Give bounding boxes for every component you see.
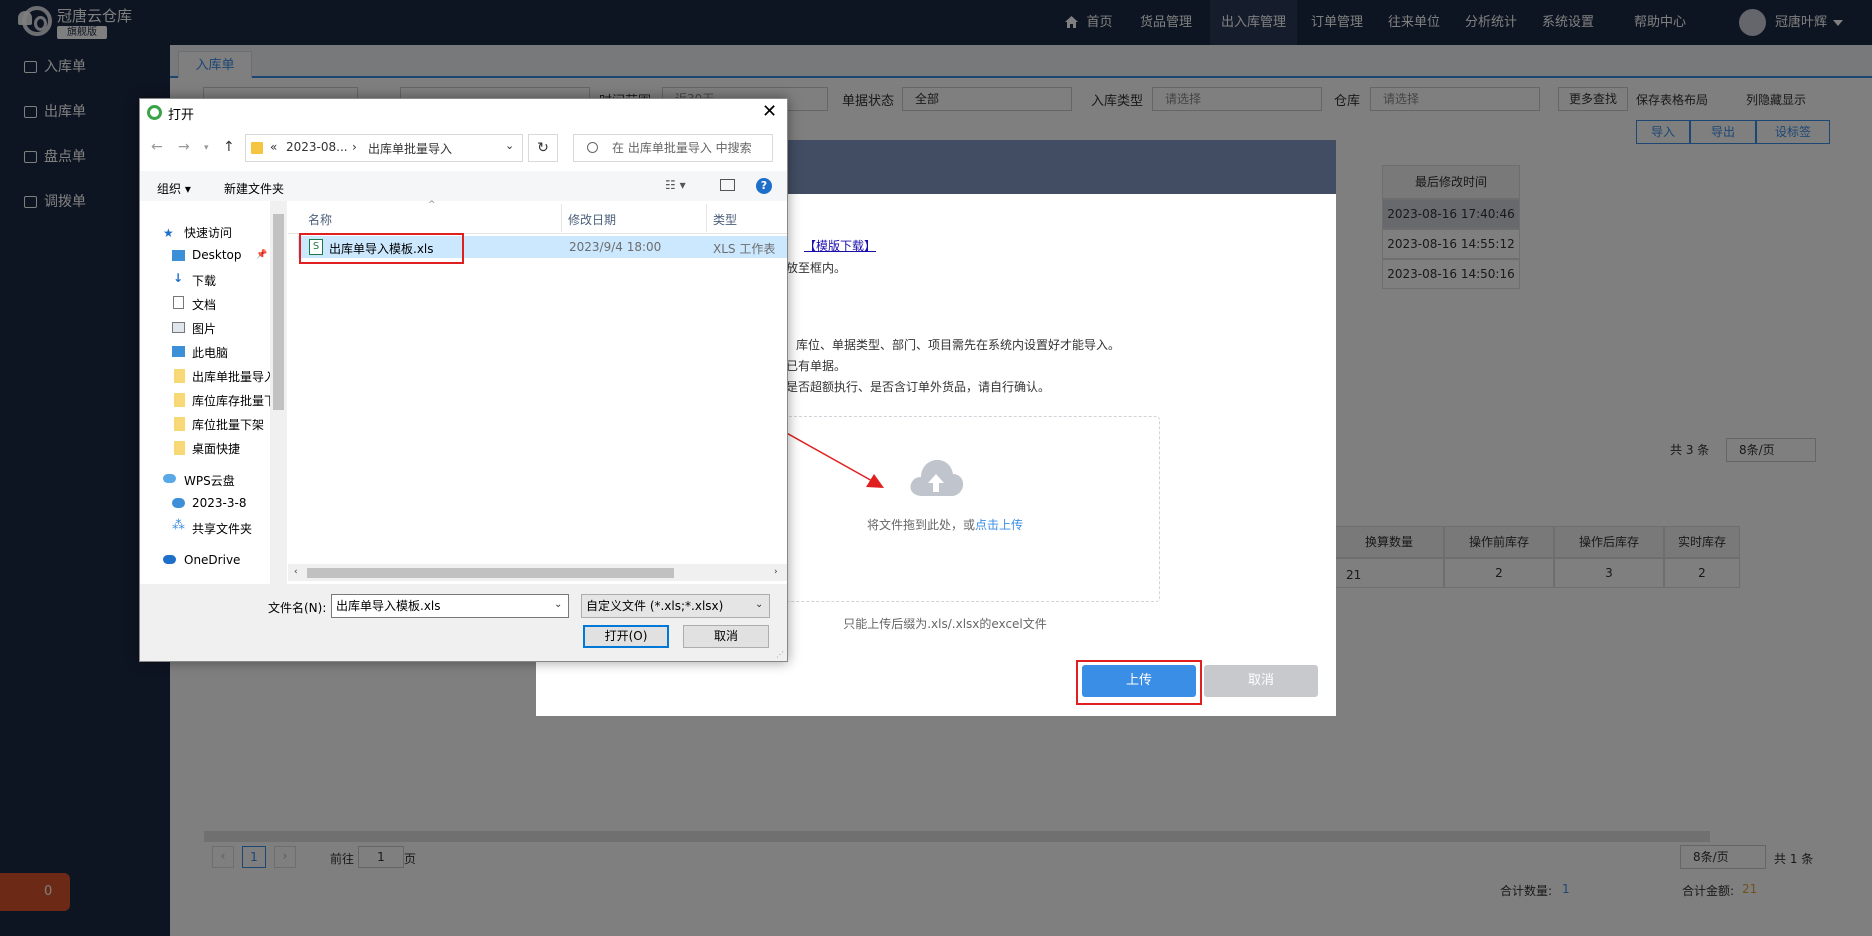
breadcrumb-sep: › xyxy=(352,140,357,154)
scroll-right-icon[interactable]: › xyxy=(774,567,778,577)
scroll-left-icon[interactable]: ‹ xyxy=(294,567,298,577)
tree-folder[interactable]: 库位库存批量下 xyxy=(192,392,276,409)
click-upload-link[interactable]: 点击上传 xyxy=(975,518,1023,532)
pictures-icon xyxy=(172,322,185,333)
desktop-icon xyxy=(172,250,185,261)
breadcrumb-item[interactable]: 2023-08... xyxy=(286,140,348,154)
resize-grip-icon[interactable]: ⋰ xyxy=(776,650,784,659)
tree-downloads[interactable]: 下载 xyxy=(192,272,216,289)
column-type[interactable]: 类型 xyxy=(713,211,737,228)
upload-hint: 只能上传后缀为.xls/.xlsx的excel文件 xyxy=(843,617,1047,631)
chevron-down-icon[interactable]: ⌄ xyxy=(505,139,514,152)
chevron-down-icon[interactable]: ⌄ xyxy=(554,599,562,610)
cloud-upload-icon xyxy=(910,459,964,496)
filename-label: 文件名(N): xyxy=(268,601,327,615)
tree-folder[interactable]: 库位批量下架 xyxy=(192,416,264,433)
file-search-input[interactable]: 在 出库单批量导入 中搜索 xyxy=(573,134,773,162)
share-icon: ⁂ xyxy=(172,518,185,533)
file-date: 2023/9/4 18:00 xyxy=(569,240,662,254)
tree-cloud-folder[interactable]: 2023-3-8 xyxy=(192,496,246,510)
file-type: XLS 工作表 xyxy=(713,242,776,256)
refresh-icon[interactable]: ↻ xyxy=(528,134,558,162)
file-dialog-title: 打开 xyxy=(168,108,195,123)
pin-icon: 📌 xyxy=(256,250,268,260)
organize-menu[interactable]: 组织 ▾ xyxy=(157,180,191,197)
preview-pane-icon[interactable] xyxy=(720,179,735,191)
chevron-down-icon[interactable]: ⌄ xyxy=(755,599,763,610)
tree-desktop[interactable]: Desktop xyxy=(192,248,242,262)
computer-icon xyxy=(172,346,185,357)
file-dialog-titlebar xyxy=(140,99,787,129)
document-icon xyxy=(173,296,184,309)
column-date[interactable]: 修改日期 xyxy=(568,211,616,228)
tree-this-pc[interactable]: 此电脑 xyxy=(192,344,228,361)
folder-icon xyxy=(174,393,185,407)
filetype-select[interactable]: 自定义文件 (*.xls;*.xlsx) xyxy=(581,594,770,618)
app-icon xyxy=(147,105,162,120)
tree-wps-cloud[interactable]: WPS云盘 xyxy=(184,472,235,489)
tree-folder[interactable]: 桌面快捷 xyxy=(192,440,240,457)
folder-icon xyxy=(251,142,263,154)
folder-icon xyxy=(174,369,185,383)
tree-onedrive[interactable]: OneDrive xyxy=(184,553,240,567)
sort-arrow-icon: ^ xyxy=(428,200,436,210)
open-button[interactable]: 打开(O) xyxy=(583,625,669,648)
cancel-button[interactable]: 取消 xyxy=(1204,665,1318,697)
template-download-link[interactable]: 【模版下载】 xyxy=(804,237,876,254)
help-icon[interactable]: ? xyxy=(756,178,772,194)
filename-input[interactable]: 出库单导入模板.xls xyxy=(331,594,569,618)
column-name[interactable]: 名称 xyxy=(308,211,332,228)
search-icon xyxy=(587,142,598,153)
forward-arrow-icon[interactable]: → xyxy=(178,139,190,155)
horizontal-scroll-thumb[interactable] xyxy=(307,568,674,578)
tree-documents[interactable]: 文档 xyxy=(192,296,216,313)
up-arrow-icon[interactable]: ↑ xyxy=(223,139,235,155)
tree-shared[interactable]: 共享文件夹 xyxy=(192,520,252,537)
download-icon: ↓ xyxy=(173,271,184,285)
recent-chevron-icon[interactable]: ▾ xyxy=(204,143,209,153)
tree-scroll-thumb[interactable] xyxy=(273,214,284,410)
breadcrumb-item[interactable]: 出库单批量导入 xyxy=(368,140,452,157)
column-divider xyxy=(561,204,562,232)
back-arrow-icon[interactable]: ← xyxy=(151,139,163,155)
highlight-box xyxy=(1076,660,1202,705)
tree-folder[interactable]: 出库单批量导入 xyxy=(192,368,276,385)
cloud-icon xyxy=(172,498,185,508)
close-icon[interactable]: ✕ xyxy=(762,101,777,122)
new-folder-button[interactable]: 新建文件夹 xyxy=(224,180,284,197)
tree-quick-access[interactable]: 快速访问 xyxy=(184,224,232,241)
folder-icon xyxy=(174,417,185,431)
folder-icon xyxy=(174,441,185,455)
view-options-icon[interactable]: ☷ ▾ xyxy=(665,178,686,192)
highlight-box xyxy=(299,233,464,264)
breadcrumb-sep: « xyxy=(270,140,278,154)
cloud-icon xyxy=(163,474,176,483)
file-cancel-button[interactable]: 取消 xyxy=(683,625,769,648)
drop-text: 将文件拖到此处，或点击上传 xyxy=(866,518,1024,532)
column-divider xyxy=(706,204,707,232)
onedrive-icon xyxy=(163,555,176,564)
star-icon: ★ xyxy=(163,226,174,240)
tree-pictures[interactable]: 图片 xyxy=(192,320,216,337)
